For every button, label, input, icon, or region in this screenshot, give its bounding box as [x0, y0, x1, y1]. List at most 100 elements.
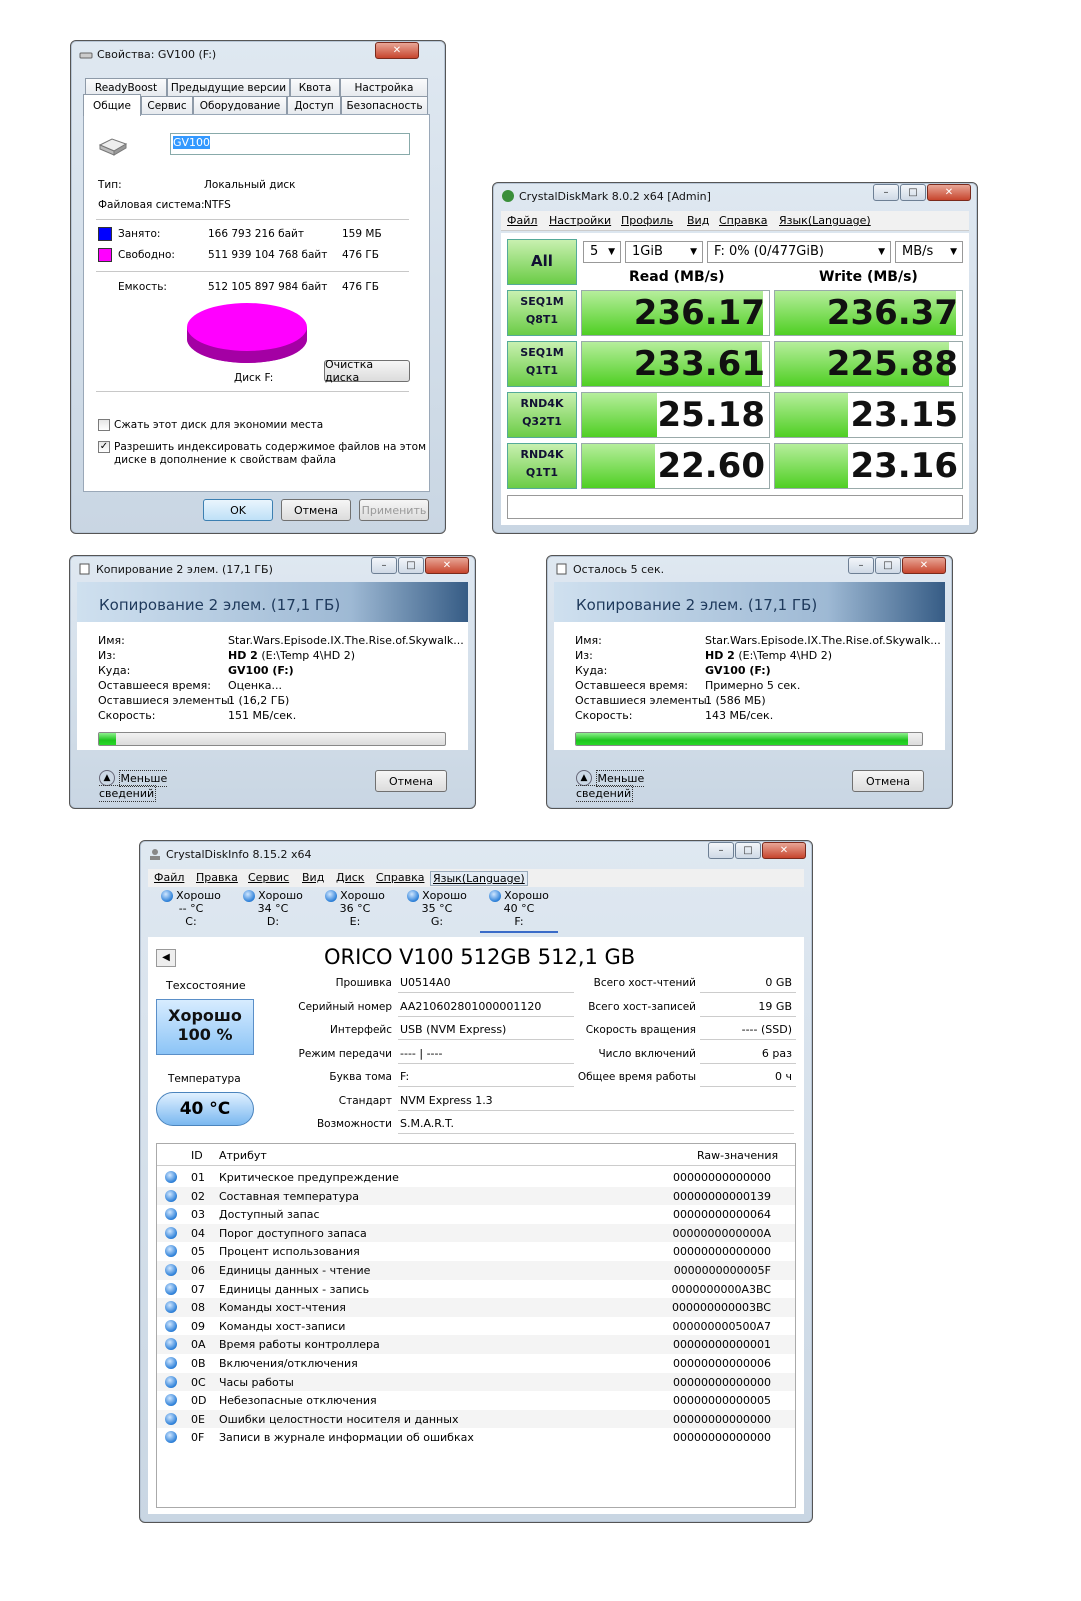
tab-previous-versions[interactable]: Предыдущие версии: [167, 78, 290, 96]
close-button[interactable]: ✕: [375, 42, 419, 59]
speed-label: Скорость:: [575, 709, 633, 722]
cdi-titlebar[interactable]: CrystalDiskInfo 8.15.2 x64 – □ ✕: [140, 841, 812, 867]
minimize-button[interactable]: –: [848, 557, 874, 574]
cancel-button[interactable]: Отмена: [281, 499, 351, 521]
unit-select[interactable]: MB/s ▼: [895, 241, 963, 263]
menu-disk[interactable]: Диск: [336, 871, 364, 884]
drive-tab[interactable]: Хорошо 34 °C D:: [234, 889, 312, 933]
menu-service[interactable]: Сервис: [248, 871, 289, 884]
table-row[interactable]: 0F Записи в журнале информации об ошибках…: [157, 1428, 795, 1447]
menu-view[interactable]: Вид: [302, 871, 324, 884]
test-label[interactable]: RND4K Q1T1: [507, 443, 577, 489]
test-label[interactable]: SEQ1M Q8T1: [507, 290, 577, 336]
table-row[interactable]: 02 Составная температура 00000000000139: [157, 1186, 795, 1206]
index-checkbox[interactable]: ✓: [98, 441, 110, 453]
menu-language[interactable]: Язык(Language): [430, 871, 528, 886]
menu-help[interactable]: Справка: [719, 214, 767, 227]
menu-file[interactable]: Файл: [154, 871, 184, 884]
minimize-button[interactable]: –: [371, 557, 397, 574]
comment-field[interactable]: [507, 495, 963, 519]
menu-profile[interactable]: Профиль: [621, 214, 673, 227]
menu-help[interactable]: Справка: [376, 871, 424, 884]
properties-titlebar[interactable]: Свойства: GV100 (F:) ✕: [71, 41, 445, 67]
drive-name-input[interactable]: GV100: [170, 133, 410, 155]
tab-hardware[interactable]: Оборудование: [193, 96, 287, 114]
time-label: Оставшееся время:: [98, 679, 211, 692]
less-details-button[interactable]: ▲ Меньше сведений: [576, 769, 696, 802]
col-raw[interactable]: Raw-значения: [697, 1149, 778, 1162]
close-button[interactable]: ✕: [927, 184, 971, 201]
info-value: 6 раз: [700, 1043, 796, 1064]
drive-tab[interactable]: Хорошо 35 °C G:: [398, 889, 476, 933]
table-row[interactable]: 0A Время работы контроллера 00000000000001: [157, 1335, 795, 1354]
compress-checkbox[interactable]: [98, 419, 110, 431]
drive-tab[interactable]: Хорошо 36 °C E:: [316, 889, 394, 933]
tab-general[interactable]: Общие: [83, 94, 141, 116]
chevron-up-icon: ▲: [99, 770, 115, 786]
all-button[interactable]: All: [507, 239, 577, 285]
test-label[interactable]: RND4K Q32T1: [507, 392, 577, 438]
cancel-button[interactable]: Отмена: [375, 770, 447, 792]
col-id[interactable]: ID: [191, 1149, 203, 1162]
read-result-cell: 22.60: [581, 443, 770, 489]
table-row[interactable]: 04 Порог доступного запаса 0000000000000A: [157, 1223, 795, 1243]
disk-cleanup-button[interactable]: Очистка диска: [324, 358, 410, 384]
drive-tab[interactable]: Хорошо -- °C C:: [152, 889, 230, 933]
time-value: Примерно 5 сек.: [705, 679, 801, 692]
table-row[interactable]: 06 Единицы данных - чтение 0000000000005F: [157, 1261, 795, 1280]
close-button[interactable]: ✕: [762, 842, 806, 859]
tab-security[interactable]: Безопасность: [341, 96, 428, 114]
cdm-titlebar[interactable]: CrystalDiskMark 8.0.2 x64 [Admin] – □ ✕: [493, 183, 977, 209]
disk-model: ORICO V100 512GB 512,1 GB: [324, 945, 636, 969]
drive-select[interactable]: F: 0% (0/477GiB) ▼: [707, 241, 891, 263]
attr-raw: 0000000000000A: [672, 1226, 771, 1240]
tab-tools[interactable]: Сервис: [141, 96, 193, 114]
menu-view[interactable]: Вид: [687, 214, 709, 227]
close-button[interactable]: ✕: [902, 557, 946, 574]
table-row[interactable]: 07 Единицы данных - запись 0000000000A3BC: [157, 1280, 795, 1299]
table-row[interactable]: 03 Доступный запас 00000000000064: [157, 1205, 795, 1224]
count-select[interactable]: 5 ▼: [583, 241, 621, 263]
cancel-button[interactable]: Отмена: [852, 770, 924, 792]
drive-temp: 35 °C: [421, 902, 453, 915]
maximize-button[interactable]: □: [900, 184, 926, 201]
table-row[interactable]: 0D Небезопасные отключения 00000000000005: [157, 1391, 795, 1410]
drive-status-text: Хорошо: [258, 889, 303, 902]
table-row[interactable]: 09 Команды хост-записи 000000000500A7: [157, 1317, 795, 1336]
close-button[interactable]: ✕: [425, 557, 469, 574]
col-attribute[interactable]: Атрибут: [219, 1149, 267, 1162]
to-label: Куда:: [575, 664, 608, 677]
table-row[interactable]: 08 Команды хост-чтения 000000000003BC: [157, 1298, 795, 1317]
size-select[interactable]: 1GiB ▼: [625, 241, 703, 263]
maximize-button[interactable]: □: [735, 842, 761, 859]
menu-settings[interactable]: Настройки: [549, 214, 611, 227]
tab-sharing[interactable]: Доступ: [287, 96, 341, 114]
menu-edit[interactable]: Правка: [196, 871, 238, 884]
table-row[interactable]: 0B Включения/отключения 00000000000006: [157, 1354, 795, 1373]
menu-language[interactable]: Язык(Language): [779, 214, 871, 227]
table-row[interactable]: 05 Процент использования 00000000000000: [157, 1242, 795, 1261]
info-value: NVM Express 1.3: [398, 1090, 794, 1111]
drive-tab[interactable]: Хорошо 40 °C F:: [480, 889, 558, 933]
copy2-titlebar[interactable]: Осталось 5 сек. – □ ✕: [547, 556, 952, 582]
copy1-titlebar[interactable]: Копирование 2 элем. (17,1 ГБ) – □ ✕: [70, 556, 475, 582]
name-value: Star.Wars.Episode.IX.The.Rise.of.Skywalk…: [705, 634, 941, 647]
menu-file[interactable]: Файл: [507, 214, 537, 227]
apply-button[interactable]: Применить: [359, 499, 429, 521]
table-row[interactable]: 01 Критическое предупреждение 000000000000…: [157, 1168, 795, 1187]
test-label[interactable]: SEQ1M Q1T1: [507, 341, 577, 387]
table-row[interactable]: 0E Ошибки целостности носителя и данных 00…: [157, 1409, 795, 1429]
table-row[interactable]: 0C Часы работы 00000000000000: [157, 1372, 795, 1392]
less-details-button[interactable]: ▲ Меньше сведений: [99, 769, 219, 802]
maximize-button[interactable]: □: [398, 557, 424, 574]
minimize-button[interactable]: –: [873, 184, 899, 201]
items-label: Оставшиеся элементы:: [575, 694, 711, 707]
info-value: U0514A0: [398, 973, 574, 993]
write-result-bar: [775, 393, 848, 437]
maximize-button[interactable]: □: [875, 557, 901, 574]
tab-customize[interactable]: Настройка: [340, 78, 428, 96]
ok-button[interactable]: OK: [203, 499, 273, 521]
tab-quota[interactable]: Квота: [290, 78, 340, 96]
minimize-button[interactable]: –: [708, 842, 734, 859]
prev-disk-button[interactable]: ◀: [156, 949, 176, 967]
